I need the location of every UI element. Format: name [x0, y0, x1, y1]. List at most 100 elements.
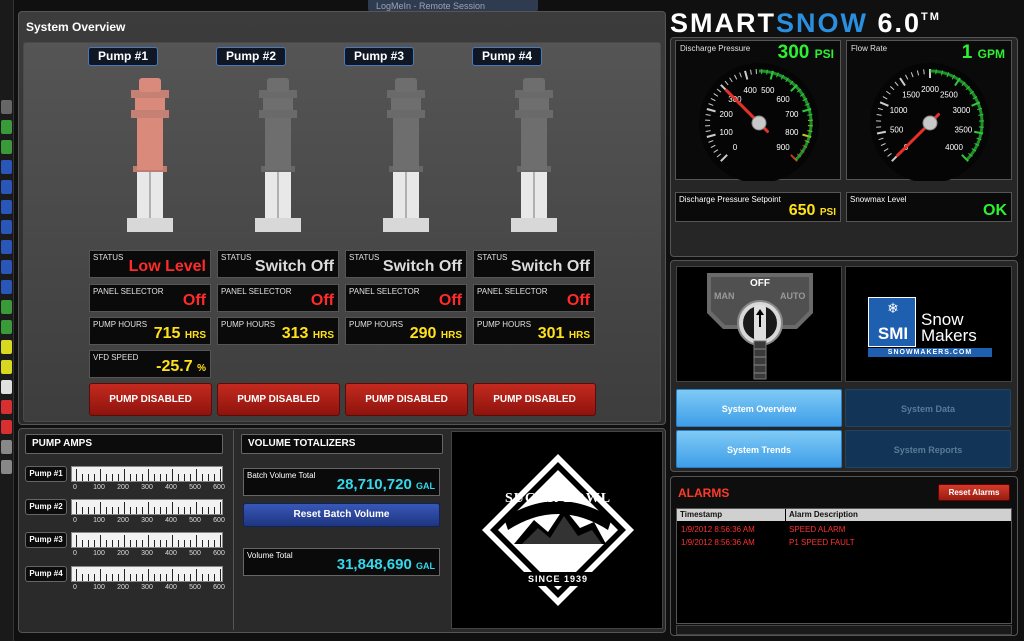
gauge-tick-label: 1000 — [890, 106, 908, 115]
pump-4-amps-bar — [71, 566, 223, 582]
smi-mark-text: SMI — [877, 324, 909, 343]
amp-scale-tick: 500 — [189, 484, 201, 491]
toolbar-tab[interactable] — [1, 260, 12, 274]
flow-gauge-dial: 05001000150020002500300035004000 — [870, 63, 990, 181]
toolbar-tab[interactable] — [1, 360, 12, 374]
amp-scale-tick: 300 — [141, 550, 153, 557]
alarm-row-1-timestamp[interactable]: 1/9/2012 8:56:36 AM — [681, 524, 755, 535]
discharge-gauge-dial: 0100200300400500600700800900 — [699, 63, 819, 181]
toolbar-tab[interactable] — [1, 180, 12, 194]
amp-scale-tick: 600 — [213, 517, 225, 524]
alarm-table-scrollbar[interactable] — [676, 625, 1012, 635]
discharge-pressure-label: Discharge Pressure — [680, 44, 751, 53]
toolbar-tab[interactable] — [1, 320, 12, 334]
amp-scale-tick: 400 — [165, 550, 177, 557]
toolbar-tab[interactable] — [1, 400, 12, 414]
toolbar-tab[interactable] — [1, 240, 12, 254]
amp-scale-tick: 0 — [73, 484, 77, 491]
snowflake-icon: ❄ — [887, 300, 899, 316]
setpoint-label: Discharge Pressure Setpoint — [679, 195, 781, 204]
toolbar-tab[interactable] — [1, 460, 12, 474]
pump-4-graphic — [511, 78, 557, 232]
mode-selector-switch[interactable]: OFF MAN AUTO — [676, 266, 842, 382]
gauge-tick-label: 3000 — [953, 106, 971, 115]
pump-3-amps-label: Pump #3 — [25, 532, 67, 548]
vfd-speed-value: -25.7 % — [156, 358, 206, 375]
nav-system-data-button[interactable]: System Data — [845, 389, 1011, 427]
mode-off-label: OFF — [750, 278, 770, 289]
reset-alarms-button[interactable]: Reset Alarms — [938, 484, 1010, 501]
pump-1-disabled-button[interactable]: PUMP DISABLED — [89, 383, 212, 416]
alarm-row-2-timestamp[interactable]: 1/9/2012 8:56:36 AM — [681, 537, 755, 548]
alarm-header-description: Alarm Description — [786, 509, 1011, 521]
pump-2-disabled-button[interactable]: PUMP DISABLED — [217, 383, 340, 416]
amp-scale-tick: 300 — [141, 484, 153, 491]
toolbar-tab[interactable] — [1, 160, 12, 174]
toolbar-tab[interactable] — [1, 100, 12, 114]
alarm-table: Timestamp Alarm Description 1/9/2012 8:5… — [676, 508, 1012, 624]
toolbar-tab[interactable] — [1, 340, 12, 354]
status-label: STATUS — [349, 253, 380, 262]
divider — [233, 430, 234, 630]
gauge-tick-label: 0 — [733, 143, 738, 152]
pump-2-panel-selector-box: PANEL SELECTOR Off — [217, 284, 339, 312]
alarm-row-1-description[interactable]: SPEED ALARM — [789, 524, 845, 535]
gauge-tick-label: 4000 — [945, 143, 963, 152]
amp-scale-tick: 200 — [117, 484, 129, 491]
pump-4-hours-value: 301 HRS — [537, 325, 590, 342]
pump-3-hours-box: PUMP HOURS 290 HRS — [345, 317, 467, 345]
amp-scale-tick: 300 — [141, 584, 153, 591]
pump-4-amps-label: Pump #4 — [25, 566, 67, 582]
pump-hours-label: PUMP HOURS — [349, 320, 404, 329]
sugar-bowl-logo: SUGAR BOWL SINCE 1939 — [451, 431, 663, 629]
alarm-row-2-description[interactable]: P1 SPEED FAULT — [789, 537, 855, 548]
pump-3-panel-selector-box: PANEL SELECTOR Off — [345, 284, 467, 312]
pump-4-amps-scale: 0 100 200 300 400 500 600 — [71, 584, 225, 594]
reset-batch-volume-button[interactable]: Reset Batch Volume — [243, 503, 440, 527]
gauge-tick-label: 700 — [785, 110, 799, 119]
amp-scale-tick: 200 — [117, 584, 129, 591]
pump-3-status-value: Switch Off — [382, 258, 462, 275]
toolbar-tab[interactable] — [1, 300, 12, 314]
gauge-tick-label: 800 — [785, 128, 799, 137]
pump-4-hours-box: PUMP HOURS 301 HRS — [473, 317, 595, 345]
toolbar-tab[interactable] — [1, 440, 12, 454]
pump-2-status-box: STATUS Switch Off — [217, 250, 339, 278]
gauge-tick-label: 900 — [776, 143, 790, 152]
mode-auto-label: AUTO — [780, 291, 806, 301]
toolbar-tab[interactable] — [1, 200, 12, 214]
toolbar-tab[interactable] — [1, 280, 12, 294]
pump-2-graphic — [255, 78, 301, 232]
toolbar-tab[interactable] — [1, 120, 12, 134]
toolbar-tab[interactable] — [1, 420, 12, 434]
amp-scale-tick: 400 — [165, 517, 177, 524]
amp-scale-tick: 100 — [93, 550, 105, 557]
nav-system-reports-button[interactable]: System Reports — [845, 430, 1011, 468]
pump-4-status-value: Switch Off — [510, 258, 590, 275]
discharge-pressure-gauge: Discharge Pressure 300 PSI 0100200300400… — [675, 40, 841, 181]
smi-mark: ❄ SMI — [868, 297, 916, 347]
amp-scale-tick: 100 — [93, 584, 105, 591]
toolbar-tab[interactable] — [1, 140, 12, 154]
nav-system-trends-button[interactable]: System Trends — [676, 430, 842, 468]
logo-name: SUGAR BOWL — [504, 491, 612, 506]
pump-hours-label: PUMP HOURS — [93, 320, 148, 329]
toolbar-tab[interactable] — [1, 380, 12, 394]
brand-tm: TM — [921, 11, 941, 23]
vfd-speed-box: VFD SPEED -25.7 % — [89, 350, 211, 378]
pump-1-label: Pump #1 — [88, 47, 158, 66]
status-label: STATUS — [477, 253, 508, 262]
pump-1-panel-selector-box: PANEL SELECTOR Off — [89, 284, 211, 312]
smi-url: SNOWMAKERS.COM — [868, 348, 992, 357]
pump-hours-label: PUMP HOURS — [221, 320, 276, 329]
amp-scale-tick: 400 — [165, 584, 177, 591]
brand-part1: SMART — [670, 8, 776, 38]
gauge-tick-label: 1500 — [902, 91, 920, 100]
logo-since: SINCE 1939 — [527, 574, 589, 584]
nav-system-overview-button[interactable]: System Overview — [676, 389, 842, 427]
volume-total-value: 31,848,690 GAL — [336, 556, 435, 573]
pump-3-disabled-button[interactable]: PUMP DISABLED — [345, 383, 468, 416]
pump-4-disabled-button[interactable]: PUMP DISABLED — [473, 383, 596, 416]
toolbar-tab[interactable] — [1, 220, 12, 234]
pump-1-hours-value: 715 HRS — [153, 325, 206, 342]
